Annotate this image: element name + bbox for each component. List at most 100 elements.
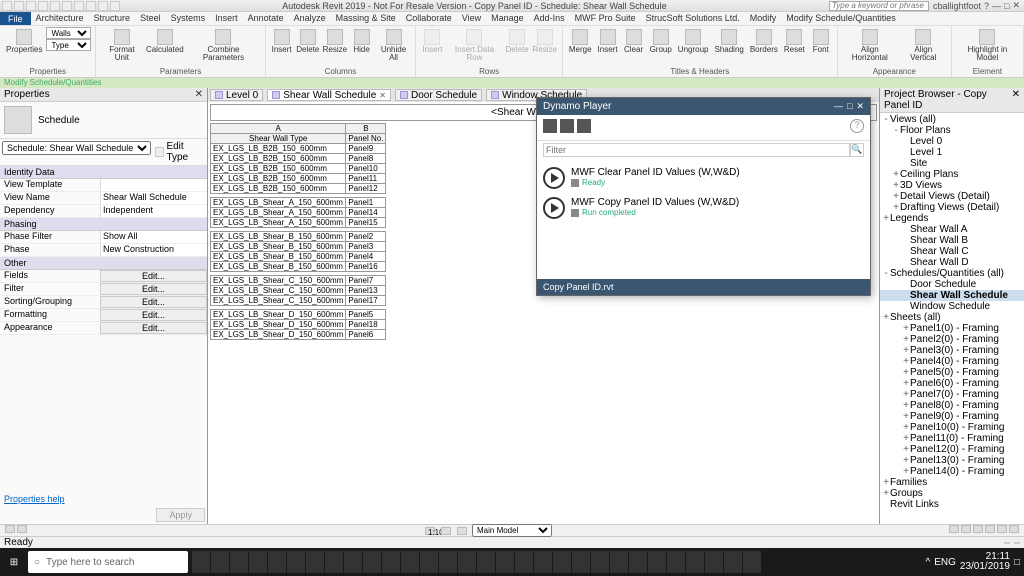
taskbar-app[interactable] [458,551,476,573]
play-button[interactable] [543,167,565,189]
type-select[interactable]: Type [46,39,91,51]
expand-icon[interactable]: + [902,444,910,455]
table-row[interactable]: EX_LGS_LB_Shear_A_150_600mmPanel14 [211,208,386,218]
taskbar-app[interactable] [534,551,552,573]
tree-item[interactable]: Shear Wall B [880,235,1024,246]
tree-item[interactable]: Revit Links [880,499,1024,510]
tree-item[interactable]: +Panel3(0) - Framing [880,345,1024,356]
maximize-icon[interactable]: □ [847,101,852,112]
edit-icon[interactable] [571,209,579,217]
lang-indicator[interactable]: ENG [934,557,956,568]
ribbon-btn-reset[interactable]: Reset [782,27,807,56]
ribbon-btn-delete[interactable]: Delete [296,27,320,56]
qat-icon[interactable] [62,1,72,11]
vc-icon[interactable] [961,525,971,533]
vc-icon[interactable] [457,527,467,535]
qat-icon[interactable] [110,1,120,11]
close-icon[interactable]: ✕ [1012,0,1020,11]
schedule-table[interactable]: ABShear Wall TypePanel No.EX_LGS_LB_B2B_… [210,123,386,340]
file-menu[interactable]: File [0,12,31,25]
taskbar-app[interactable] [610,551,628,573]
tree-item[interactable]: +Panel12(0) - Framing [880,444,1024,455]
close-icon[interactable]: ✕ [1012,89,1020,111]
expand-icon[interactable]: + [892,191,900,202]
menu-strucsoftsolutionsltd[interactable]: StrucSoft Solutions Ltd. [641,13,745,23]
vc-icon[interactable] [973,525,983,533]
tree-item[interactable]: Shear Wall Schedule [880,290,1024,301]
minimize-icon[interactable]: — [834,101,843,112]
menu-modifyschedulequantities[interactable]: Modify Schedule/Quantities [781,13,901,23]
menu-view[interactable]: View [457,13,486,23]
ribbon-btn-insert[interactable]: Insert [270,27,294,56]
ribbon-btn-calculated[interactable]: Calculated [145,27,184,56]
tree-item[interactable]: Site [880,158,1024,169]
table-row[interactable]: EX_LGS_LB_Shear_A_150_600mmPanel15 [211,218,386,228]
table-row[interactable]: EX_LGS_LB_Shear_A_150_600mmPanel1 [211,198,386,208]
help-icon[interactable]: ? [984,1,989,11]
ribbon-btn-unhideall[interactable]: Unhide All [376,27,412,64]
tree-item[interactable]: +Panel8(0) - Framing [880,400,1024,411]
tree-item[interactable]: +3D Views [880,180,1024,191]
expand-icon[interactable]: + [902,345,910,356]
table-row[interactable]: EX_LGS_LB_Shear_C_150_600mmPanel7 [211,276,386,286]
qat-icon[interactable] [86,1,96,11]
menu-manage[interactable]: Manage [486,13,529,23]
tree-item[interactable]: Window Schedule [880,301,1024,312]
ribbon-btn-highlightinmodel[interactable]: Highlight in Model [956,27,1019,64]
expand-icon[interactable]: + [902,466,910,477]
qat-icon[interactable] [2,1,12,11]
vc-icon[interactable] [17,525,27,533]
tree-item[interactable]: Level 1 [880,147,1024,158]
table-row[interactable]: EX_LGS_LB_Shear_B_150_600mmPanel4 [211,252,386,262]
help-icon[interactable]: ? [850,119,864,133]
taskbar-app[interactable] [515,551,533,573]
category-select[interactable]: Walls [46,27,91,39]
taskbar-app[interactable] [648,551,666,573]
table-row[interactable]: EX_LGS_LB_Shear_D_150_600mmPanel18 [211,320,386,330]
taskbar-app[interactable] [572,551,590,573]
close-icon[interactable]: ✕ [195,89,203,100]
edit-button[interactable]: Edit... [100,270,207,282]
table-row[interactable]: EX_LGS_LB_Shear_B_150_600mmPanel16 [211,262,386,272]
expand-icon[interactable]: + [902,433,910,444]
ribbon-btn-hide[interactable]: Hide [350,27,374,56]
menu-structure[interactable]: Structure [89,13,136,23]
play-button[interactable] [543,197,565,219]
expand-icon[interactable]: + [882,477,890,488]
menu-collaborate[interactable]: Collaborate [401,13,457,23]
table-row[interactable]: EX_LGS_LB_Shear_C_150_600mmPanel13 [211,286,386,296]
expand-icon[interactable]: + [902,389,910,400]
qat-icon[interactable] [98,1,108,11]
qat-icon[interactable] [38,1,48,11]
tree-item[interactable]: +Families [880,477,1024,488]
prop-value[interactable]: Show All [100,231,207,243]
maximize-icon[interactable]: □ [1004,1,1009,11]
taskbar-app[interactable] [439,551,457,573]
table-row[interactable]: EX_LGS_LB_Shear_B_150_600mmPanel3 [211,242,386,252]
sb-icon[interactable] [1004,542,1010,544]
table-row[interactable]: EX_LGS_LB_Shear_B_150_600mmPanel2 [211,232,386,242]
expand-icon[interactable]: + [902,411,910,422]
table-row[interactable]: EX_LGS_LB_B2B_150_600mmPanel12 [211,184,386,194]
main-model-select[interactable]: Main Model [472,524,552,537]
dynamo-filter-input[interactable] [543,143,850,157]
taskbar-app[interactable] [249,551,267,573]
menu-insert[interactable]: Insert [210,13,243,23]
expand-icon[interactable]: + [882,213,890,224]
edit-icon[interactable] [571,179,579,187]
tree-item[interactable]: Shear Wall A [880,224,1024,235]
tree-item[interactable]: +Panel7(0) - Framing [880,389,1024,400]
view-icon[interactable] [560,119,574,133]
tree-item[interactable]: +Drafting Views (Detail) [880,202,1024,213]
expand-icon[interactable]: + [892,180,900,191]
table-row[interactable]: EX_LGS_LB_B2B_150_600mmPanel9 [211,144,386,154]
taskbar-app[interactable] [724,551,742,573]
menu-analyze[interactable]: Analyze [289,13,331,23]
qat-icon[interactable] [26,1,36,11]
taskbar-app[interactable] [667,551,685,573]
taskbar-app[interactable] [363,551,381,573]
search-icon[interactable]: 🔍 [850,143,864,157]
expand-icon[interactable]: + [902,455,910,466]
ribbon-btn-group[interactable]: Group [648,27,674,56]
tree-item[interactable]: +Panel2(0) - Framing [880,334,1024,345]
